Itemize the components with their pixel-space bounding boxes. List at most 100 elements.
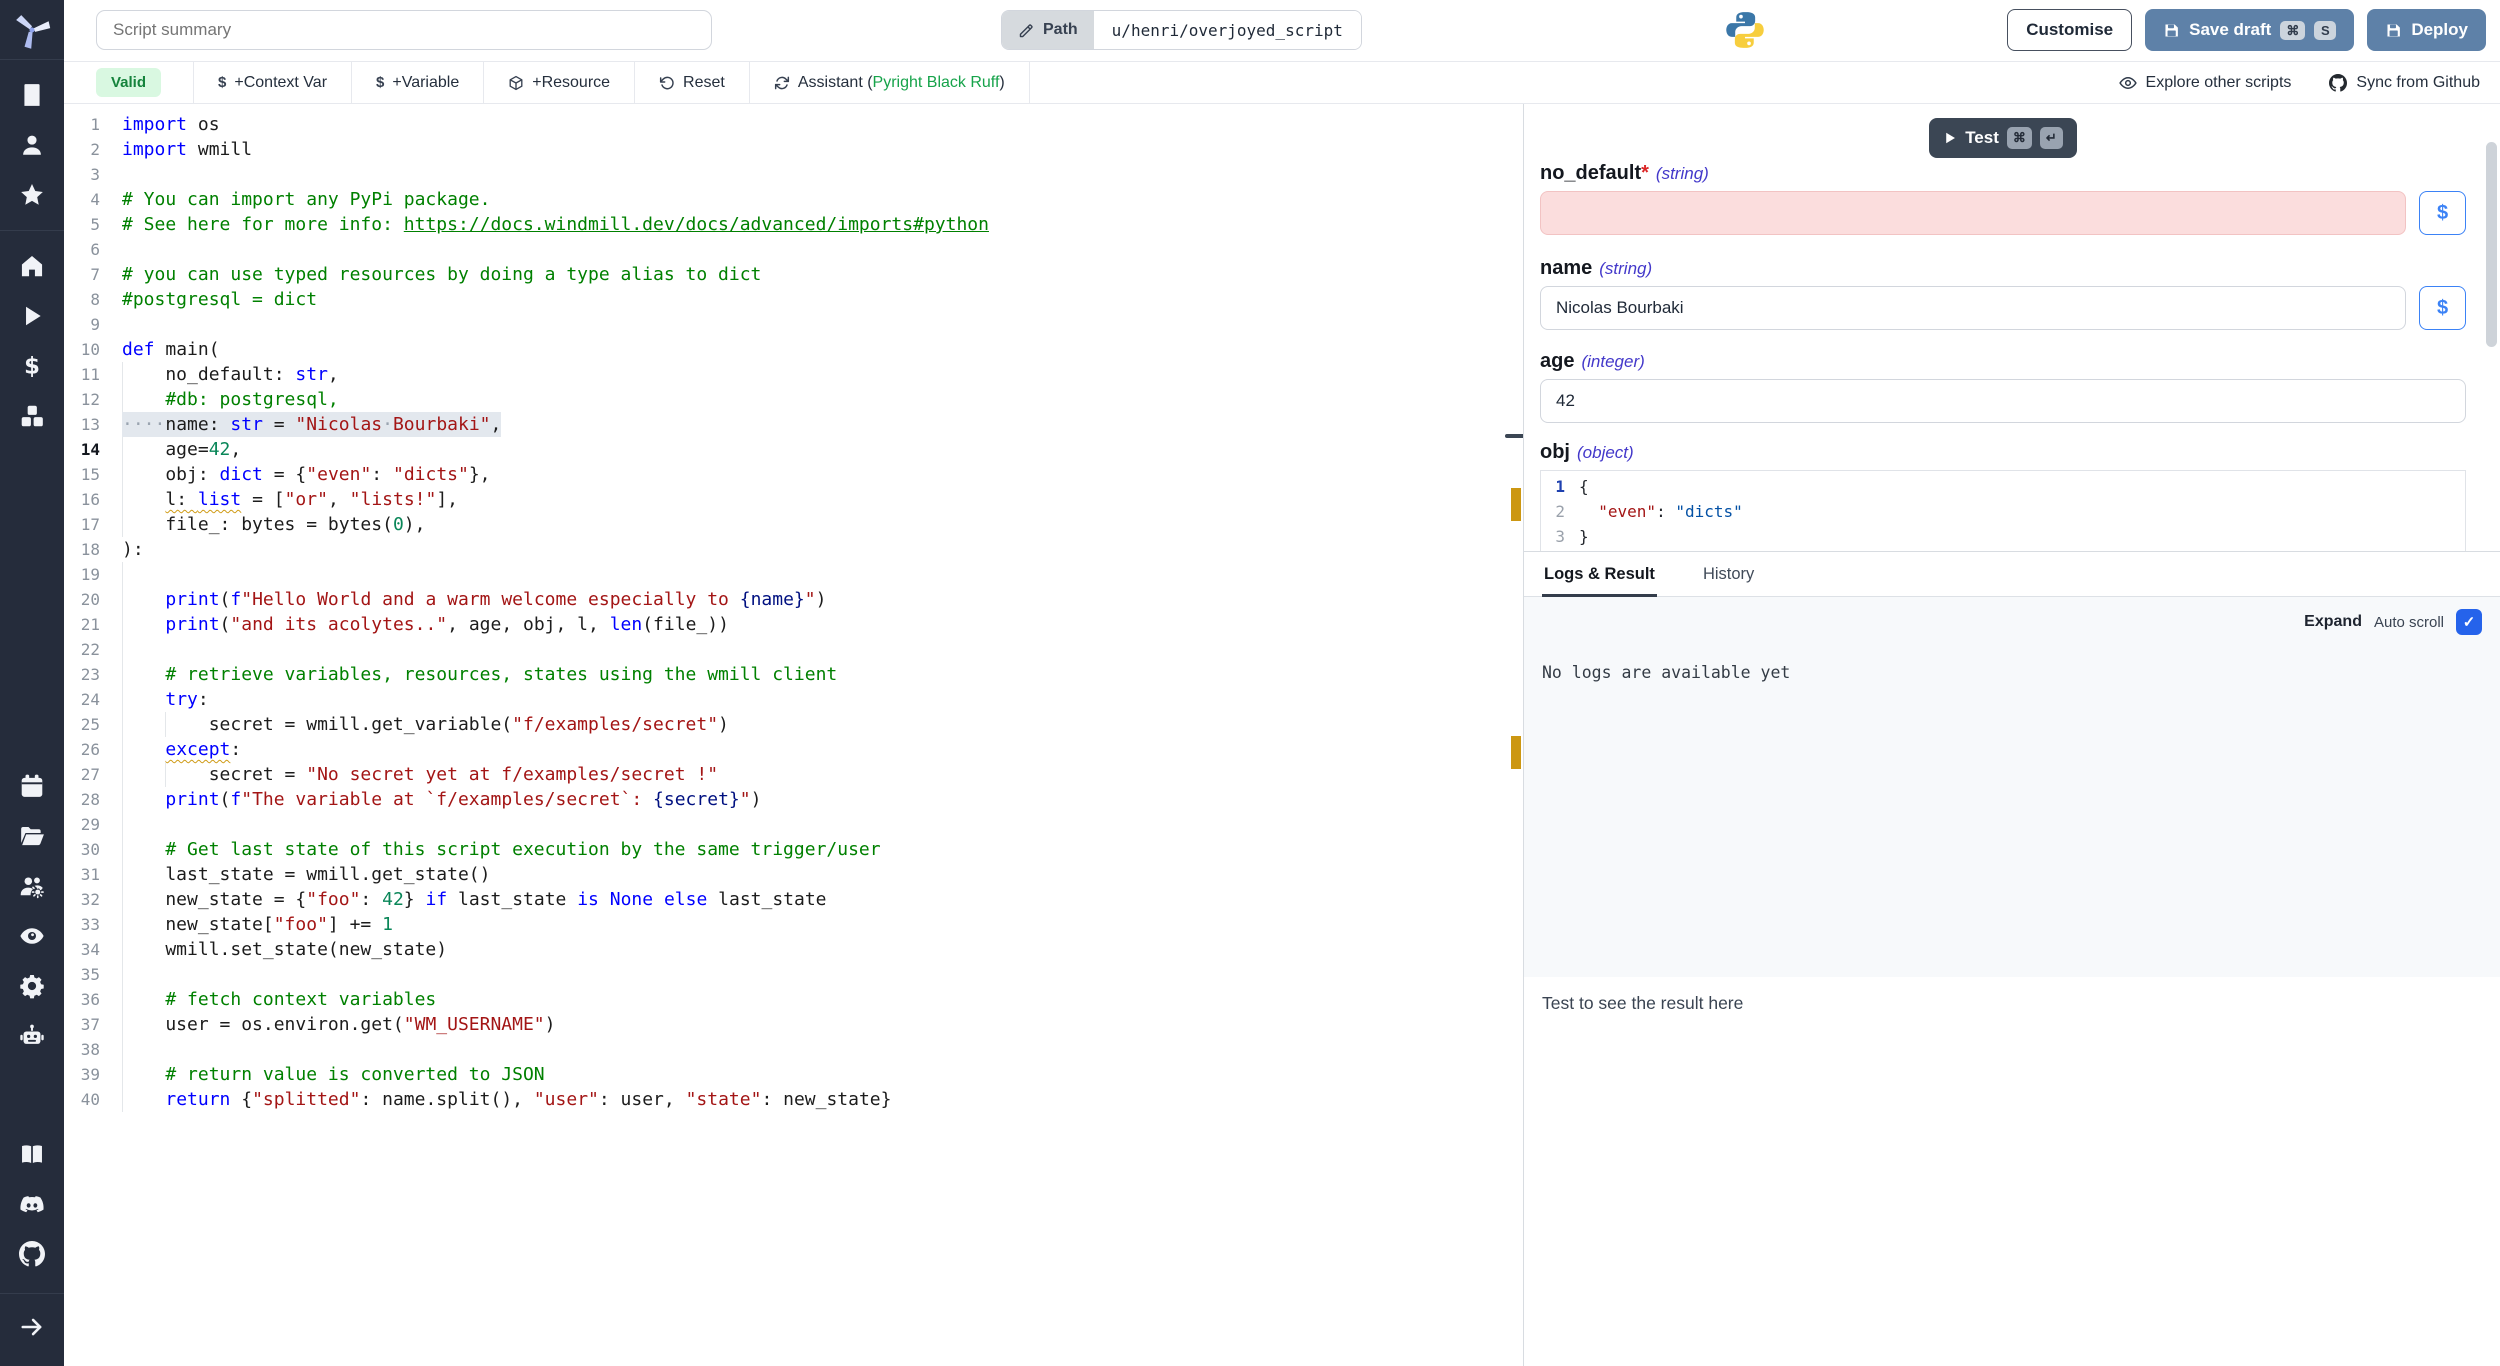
line-text: ····name: str = "Nicolas·Bourbaki",: [122, 412, 501, 437]
sidebar-item-users-gear[interactable]: [0, 861, 64, 911]
line-number: 12: [64, 387, 122, 412]
sidebar-item-github[interactable]: [0, 1229, 64, 1279]
line-number: 10: [64, 337, 122, 362]
logs-area: Expand Auto scroll ✓ No logs are availab…: [1524, 597, 2500, 977]
script-summary-input[interactable]: [96, 10, 712, 50]
required-asterisk: *: [1641, 162, 1649, 184]
add-variable-button[interactable]: $ +Variable: [352, 62, 484, 103]
sidebar-item-discord[interactable]: [0, 1179, 64, 1229]
line-text: obj: dict = {"even": "dicts"},: [122, 462, 491, 487]
code-line-6: 6: [64, 237, 1523, 262]
assistant-button[interactable]: Assistant (Pyright Black Ruff): [750, 62, 1030, 103]
form-scrollbar[interactable]: [2486, 142, 2497, 347]
path-label: Path: [1043, 21, 1078, 39]
json-line-text: "even": "dicts": [1579, 499, 1743, 524]
line-text: import os: [122, 112, 220, 137]
code-line-15: 15 obj: dict = {"even": "dicts"},: [64, 462, 1523, 487]
github-icon: [2329, 74, 2347, 92]
line-number: 28: [64, 787, 122, 812]
svg-text:$: $: [24, 354, 40, 379]
save-draft-button[interactable]: Save draft ⌘ S: [2145, 9, 2354, 51]
line-text: # See here for more info: https://docs.w…: [122, 212, 989, 237]
github-icon: [19, 1241, 45, 1267]
line-number: 32: [64, 887, 122, 912]
line-number: 5: [64, 212, 122, 237]
code-line-21: 21 print("and its acolytes..", age, obj,…: [64, 612, 1523, 637]
cubes-icon: [19, 403, 45, 429]
obj-json-editor[interactable]: 1{2 "even": "dicts"3}: [1540, 470, 2466, 552]
python-language-icon: [1724, 9, 1766, 51]
play-icon: [19, 303, 45, 329]
expand-button[interactable]: Expand: [2304, 613, 2362, 631]
pencil-icon: [1018, 22, 1035, 39]
sidebar-item-gear[interactable]: [0, 961, 64, 1011]
windmill-logo[interactable]: [0, 0, 64, 60]
sidebar-item-robot[interactable]: [0, 1011, 64, 1061]
sidebar-group-tools: [0, 751, 64, 1071]
sidebar-item-home[interactable]: [0, 241, 64, 291]
overview-warning-marker[interactable]: [1511, 488, 1521, 521]
panel-resize-handle[interactable]: [1505, 434, 1524, 438]
age-input[interactable]: [1540, 379, 2466, 423]
line-number: 40: [64, 1087, 122, 1112]
sidebar-item-building[interactable]: [0, 70, 64, 120]
reset-button[interactable]: Reset: [635, 62, 750, 103]
sync-from-github-button[interactable]: Sync from Github: [2329, 74, 2480, 92]
deploy-button[interactable]: Deploy: [2367, 9, 2486, 51]
sidebar-item-arrow-right[interactable]: [0, 1302, 64, 1352]
line-number: 1: [64, 112, 122, 137]
sidebar-gap: [0, 451, 64, 751]
code-line-20: 20 print(f"Hello World and a warm welcom…: [64, 587, 1523, 612]
code-line-4: 4# You can import any PyPi package.: [64, 187, 1523, 212]
line-number: 15: [64, 462, 122, 487]
sidebar-item-dollar[interactable]: $: [0, 341, 64, 391]
code-line-2: 2import wmill: [64, 137, 1523, 162]
sidebar-item-eye[interactable]: [0, 911, 64, 961]
customise-button[interactable]: Customise: [2007, 9, 2132, 51]
sidebar-item-book[interactable]: [0, 1129, 64, 1179]
tab-history[interactable]: History: [1701, 552, 1756, 596]
test-button[interactable]: Test ⌘ ↵: [1929, 118, 2077, 158]
tab-logs-result[interactable]: Logs & Result: [1542, 552, 1657, 596]
code-line-36: 36 # fetch context variables: [64, 987, 1523, 1012]
variable-picker-button[interactable]: $: [2419, 191, 2466, 235]
line-number: 30: [64, 837, 122, 862]
name-input[interactable]: [1540, 286, 2406, 330]
code-line-12: 12 #db: postgresql,: [64, 387, 1523, 412]
toolbar-right: Explore other scripts Sync from Github: [2119, 62, 2480, 103]
code-editor[interactable]: 1import os2import wmill34# You can impor…: [64, 104, 1524, 1366]
save-draft-label: Save draft: [2189, 20, 2271, 40]
sidebar-item-play[interactable]: [0, 291, 64, 341]
kbd-s: S: [2314, 21, 2336, 40]
sidebar-footer: [0, 1293, 64, 1366]
overview-warning-marker[interactable]: [1511, 736, 1521, 769]
sidebar-item-folder[interactable]: [0, 811, 64, 861]
line-text: print(f"The variable at `f/examples/secr…: [122, 787, 761, 812]
resource-label: +Resource: [532, 74, 610, 92]
add-context-var-button[interactable]: $ +Context Var: [194, 62, 352, 103]
floppy-icon: [2163, 22, 2180, 39]
code-line-1: 1import os: [64, 112, 1523, 137]
line-number: 19: [64, 562, 122, 587]
variable-picker-button[interactable]: $: [2419, 286, 2466, 330]
sidebar-item-calendar[interactable]: [0, 761, 64, 811]
autoscroll-checkbox[interactable]: ✓: [2456, 609, 2482, 635]
no-default-input[interactable]: [1540, 191, 2406, 235]
arrow-right-icon: [19, 1314, 45, 1340]
sidebar-item-star[interactable]: [0, 170, 64, 220]
add-resource-button[interactable]: +Resource: [484, 62, 635, 103]
play-icon: [1943, 131, 1957, 145]
sidebar-item-person[interactable]: [0, 120, 64, 170]
autoscroll-label: Auto scroll: [2374, 614, 2444, 631]
explore-label: Explore other scripts: [2146, 74, 2292, 92]
sidebar-item-cubes[interactable]: [0, 391, 64, 441]
line-text: print(f"Hello World and a warm welcome e…: [122, 587, 826, 612]
line-text: try:: [122, 687, 209, 712]
explore-other-scripts-button[interactable]: Explore other scripts: [2119, 74, 2292, 92]
line-number: 35: [64, 962, 122, 987]
test-label: Test: [1965, 128, 1999, 148]
code-line-39: 39 # return value is converted to JSON: [64, 1062, 1523, 1087]
line-number: 17: [64, 512, 122, 537]
path-edit-button[interactable]: Path: [1002, 11, 1094, 49]
line-number: 21: [64, 612, 122, 637]
